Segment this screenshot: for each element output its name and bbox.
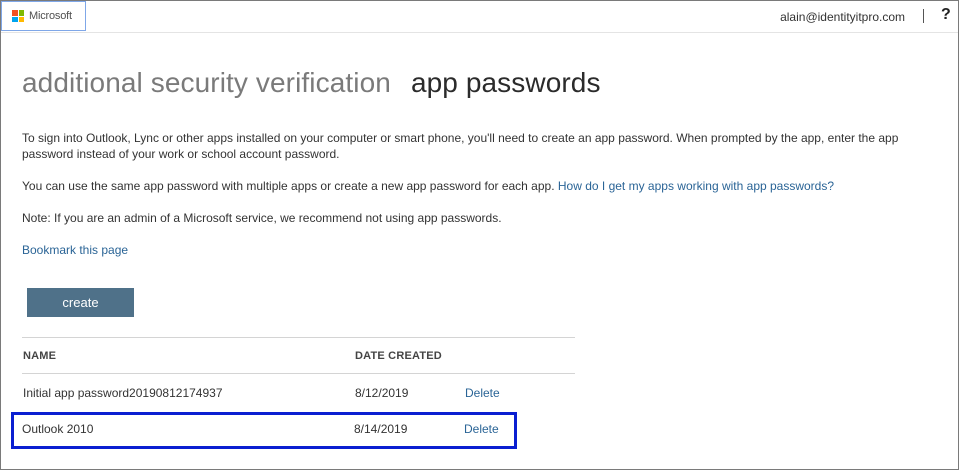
user-email[interactable]: alain@identityitpro.com (780, 10, 905, 24)
row-name: Initial app password20190812174937 (23, 386, 223, 400)
header-divider (923, 9, 924, 23)
top-bar: Microsoft alain@identityitpro.com ? (1, 1, 958, 33)
help-icon[interactable]: ? (941, 6, 951, 24)
table-top-divider (22, 337, 575, 338)
column-header-date: DATE CREATED (355, 350, 442, 362)
create-button[interactable]: create (27, 288, 134, 317)
microsoft-logo-icon (12, 10, 24, 22)
row-highlight-box (11, 412, 517, 449)
row-date: 8/12/2019 (355, 386, 409, 400)
logo-text: Microsoft (29, 10, 72, 22)
tab-additional-security-verification[interactable]: additional security verification (22, 67, 391, 98)
reuse-paragraph: You can use the same app password with m… (22, 178, 942, 194)
microsoft-logo-link[interactable]: Microsoft (1, 1, 86, 31)
page-frame: Microsoft alain@identityitpro.com ? addi… (0, 0, 959, 470)
delete-link[interactable]: Delete (465, 386, 500, 400)
admin-note: Note: If you are an admin of a Microsoft… (22, 211, 502, 225)
tab-app-passwords[interactable]: app passwords (411, 67, 601, 98)
header-divider-line (22, 373, 575, 374)
column-header-name: NAME (23, 350, 57, 362)
reuse-text: You can use the same app password with m… (22, 179, 555, 193)
page-title: additional security verification app pass… (22, 67, 601, 99)
help-apps-link[interactable]: How do I get my apps working with app pa… (558, 179, 834, 193)
intro-paragraph: To sign into Outlook, Lync or other apps… (22, 131, 899, 161)
bookmark-link[interactable]: Bookmark this page (22, 242, 128, 258)
